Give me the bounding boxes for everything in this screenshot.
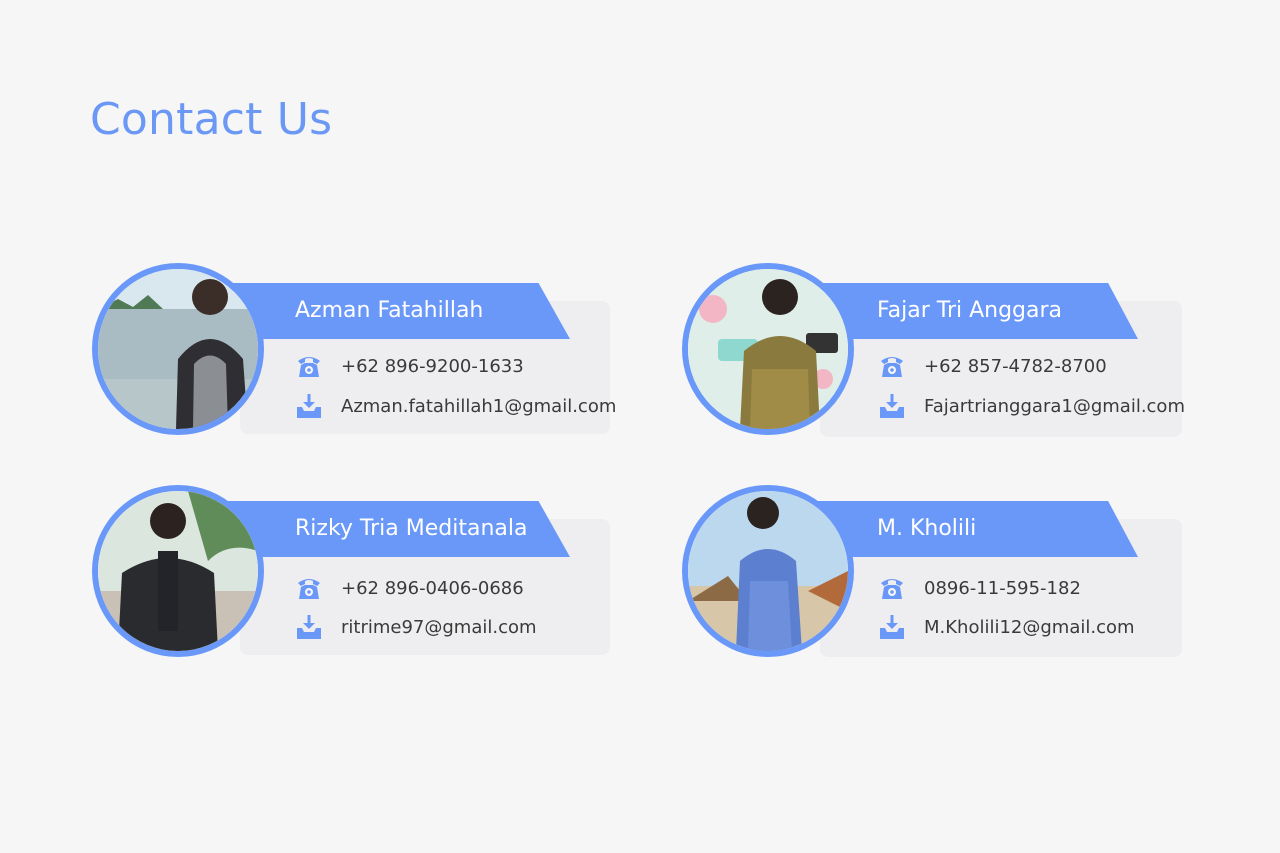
phone-row: 0896-11-595-182 [878,573,1081,603]
phone-number[interactable]: +62 896-9200-1633 [341,356,524,377]
download-tray-icon [297,394,321,418]
download-tray-icon [880,394,904,418]
avatar-photo [688,491,848,651]
avatar-photo [688,269,848,429]
email-row: Fajartrianggara1@gmail.com [878,391,1185,421]
email-address[interactable]: Azman.fatahillah1@gmail.com [341,396,616,417]
email-address[interactable]: M.Kholili12@gmail.com [924,617,1135,638]
avatar [682,485,854,657]
phone-number[interactable]: +62 857-4782-8700 [924,356,1107,377]
avatar [682,263,854,435]
email-address[interactable]: Fajartrianggara1@gmail.com [924,396,1185,417]
contact-name: Rizky Tria Meditanala [295,516,528,541]
download-tray-icon [880,615,904,639]
phone-row: +62 896-9200-1633 [295,351,524,381]
phone-row: +62 896-0406-0686 [295,573,524,603]
avatar [92,485,264,657]
contact-card-rizky: Rizky Tria Meditanala +62 896-0406-0686 … [90,471,650,691]
phone-icon [881,357,903,377]
email-address[interactable]: ritrime97@gmail.com [341,617,537,638]
phone-number[interactable]: 0896-11-595-182 [924,578,1081,599]
phone-number[interactable]: +62 896-0406-0686 [341,578,524,599]
contact-name: Azman Fatahillah [295,298,484,323]
phone-icon [298,357,320,377]
contact-card-kholili: M. Kholili 0896-11-595-182 M.Kholili12@g… [680,471,1240,691]
contact-card-fajar: Fajar Tri Anggara +62 857-4782-8700 Faja… [680,253,1240,473]
phone-row: +62 857-4782-8700 [878,351,1107,381]
page-title: Contact Us [90,94,333,145]
email-row: M.Kholili12@gmail.com [878,612,1135,642]
avatar [92,263,264,435]
contact-card-azman: Azman Fatahillah +62 896-9200-1633 Azman… [90,253,650,473]
download-tray-icon [297,615,321,639]
contact-name: M. Kholili [877,516,977,541]
avatar-photo [98,269,258,429]
email-row: Azman.fatahillah1@gmail.com [295,391,616,421]
email-row: ritrime97@gmail.com [295,612,537,642]
phone-icon [881,579,903,599]
contact-name: Fajar Tri Anggara [877,298,1063,323]
avatar-photo [98,491,258,651]
phone-icon [298,579,320,599]
